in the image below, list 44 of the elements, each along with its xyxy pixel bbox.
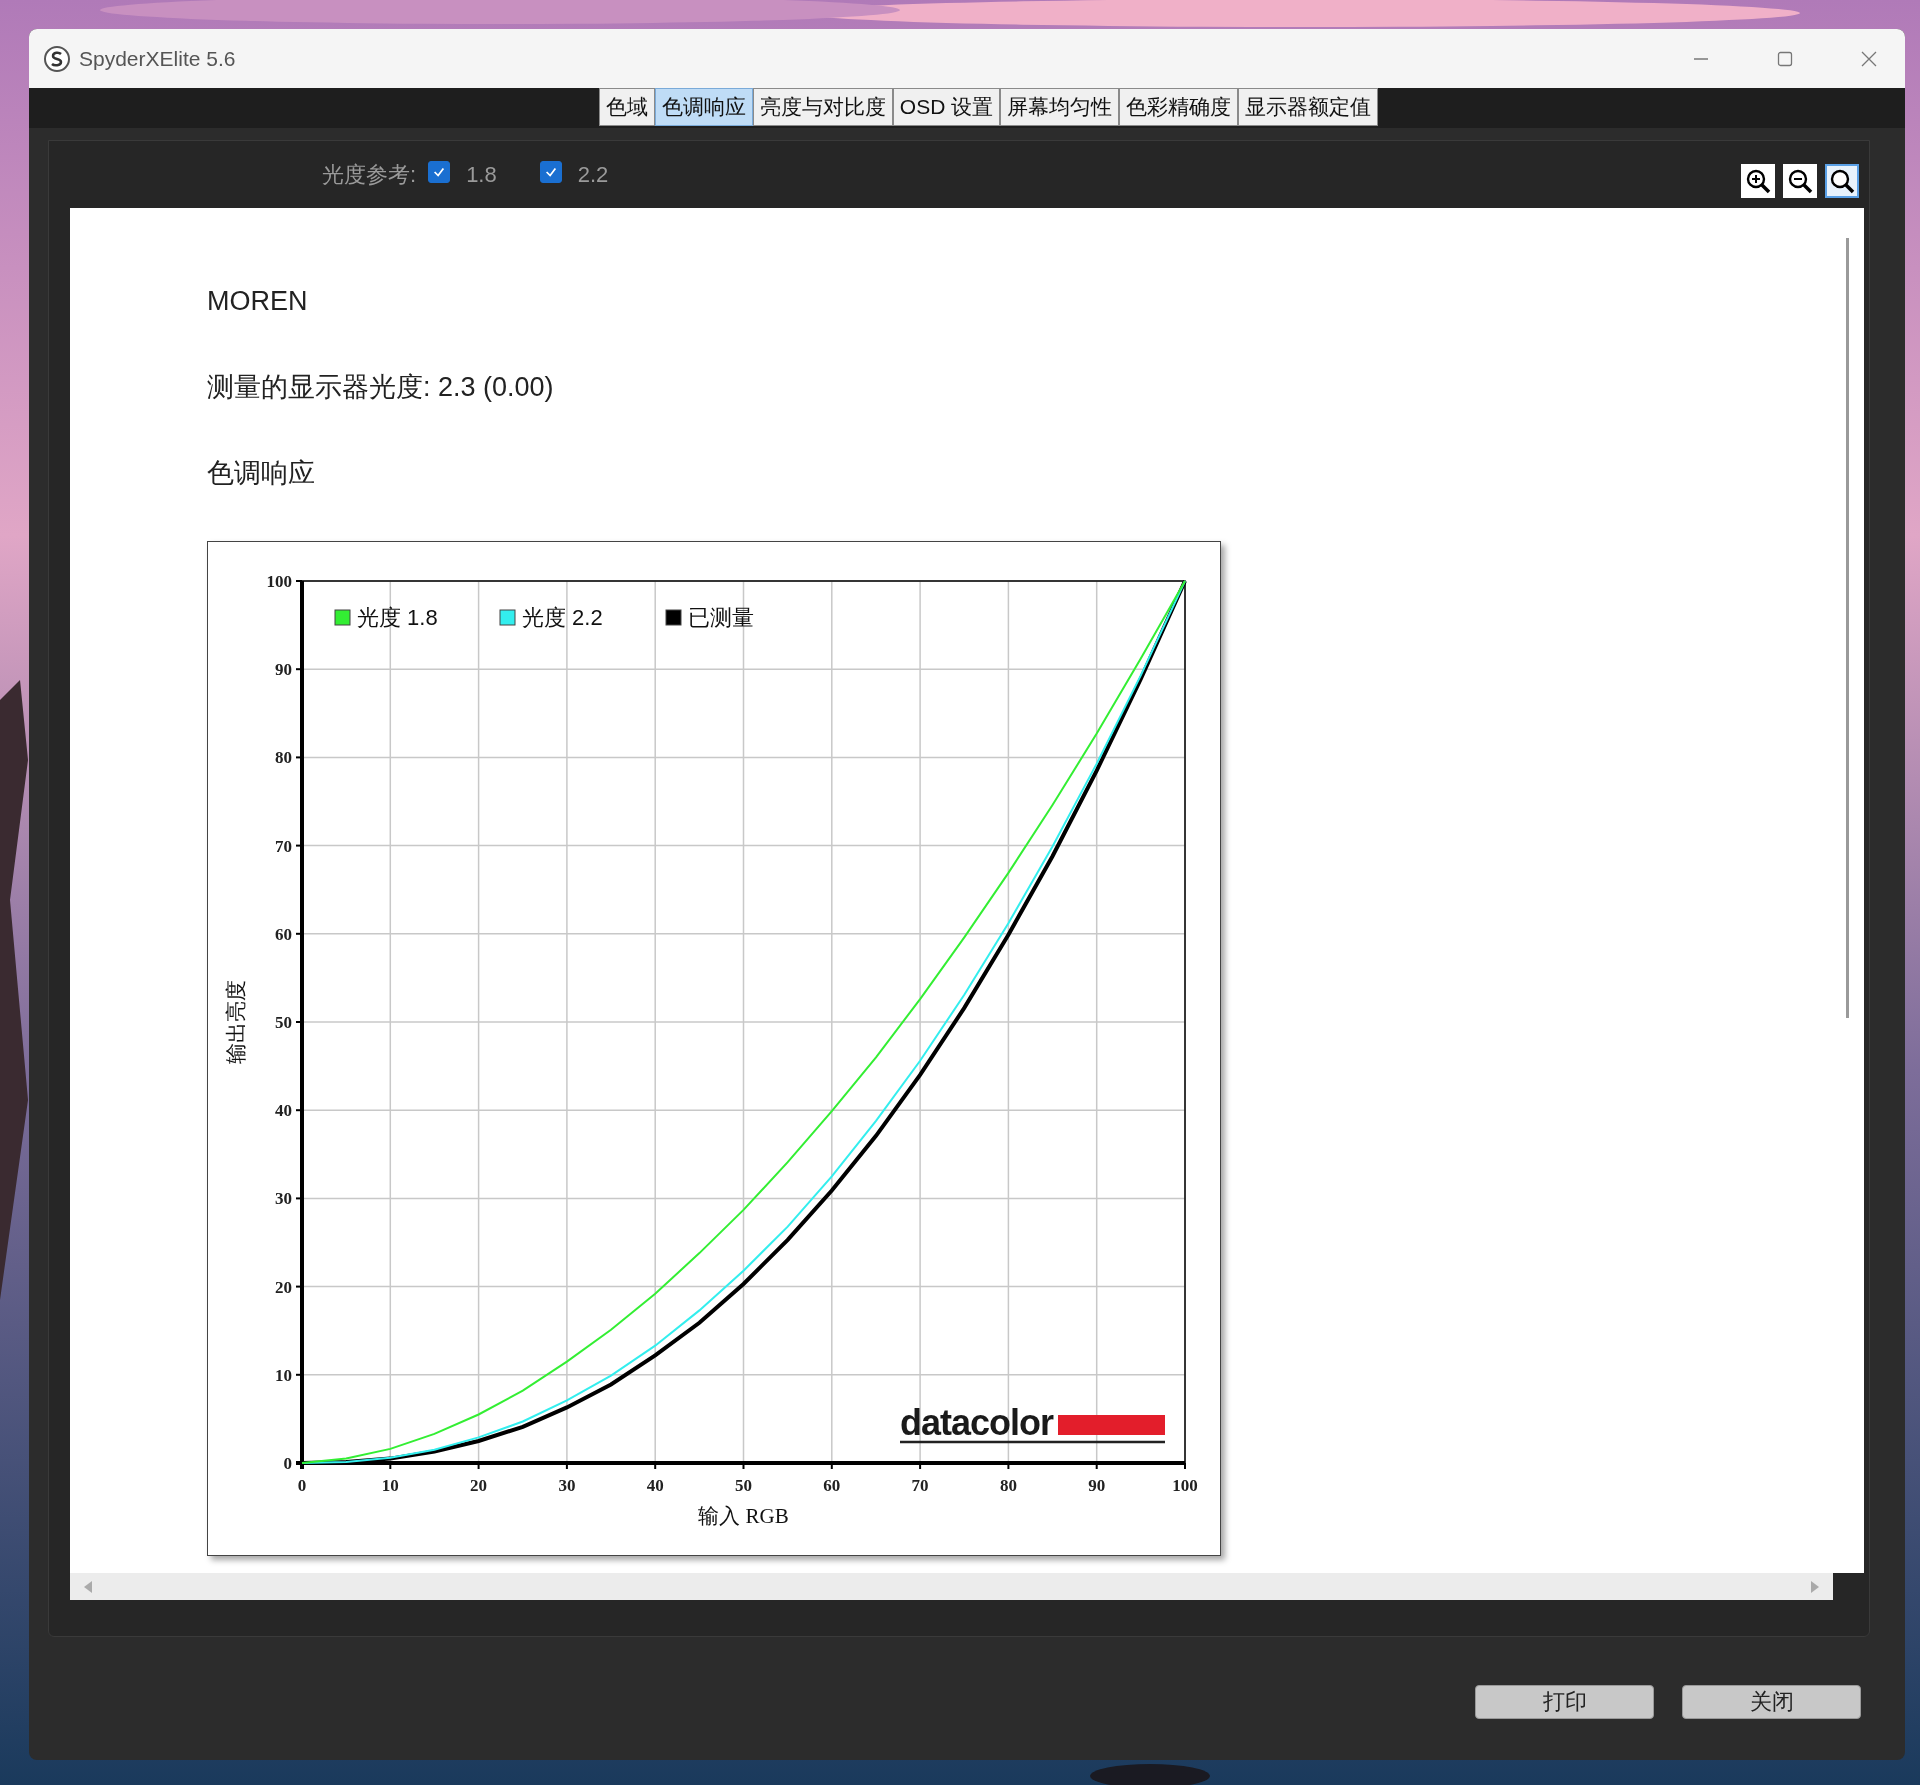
x-tick-label: 0 [297, 1476, 307, 1495]
y-tick-label: 0 [283, 1454, 292, 1473]
y-tick-label: 70 [275, 836, 292, 856]
x-tick-label: 40 [646, 1476, 664, 1495]
y-tick-label: 30 [275, 1189, 292, 1209]
x-tick-label: 30 [558, 1476, 576, 1495]
y-tick-label: 100 [266, 572, 292, 591]
y-tick-label: 10 [275, 1365, 292, 1385]
tab[interactable]: 色调响应 [654, 88, 753, 126]
y-axis-label: 输出亮度 [224, 980, 248, 1064]
x-tick-label: 50 [735, 1476, 752, 1495]
gamma-reference-label: 光度参考: [322, 160, 417, 189]
checkbox-label: 2.2 [577, 161, 609, 188]
y-tick-label: 50 [275, 1013, 292, 1032]
tab[interactable]: 显示器额定值 [1238, 88, 1379, 126]
legend-label: 光度 1.8 [357, 605, 438, 630]
x-tick-label: 90 [1088, 1476, 1106, 1495]
tab[interactable]: OSD 设置 [892, 88, 1001, 126]
legend-label: 光度 2.2 [522, 605, 603, 630]
measured-gamma-text: 测量的显示器光度: 2.3 (0.00) [207, 371, 555, 404]
x-tick-label: 100 [1172, 1476, 1198, 1495]
section-title: 色调响应 [207, 457, 316, 490]
x-tick-label: 70 [911, 1476, 929, 1495]
checkbox-label: 1.8 [466, 161, 497, 188]
legend-label: 已测量 [688, 605, 754, 630]
y-tick-label: 40 [275, 1101, 292, 1121]
window-title: SpyderXElite 5.6 [79, 46, 236, 71]
x-tick-label: 20 [470, 1476, 488, 1495]
datacolor-logo: datacolor [900, 1402, 1165, 1444]
tab[interactable]: 亮度与对比度 [752, 88, 893, 126]
y-tick-label: 90 [275, 660, 292, 680]
tab[interactable]: 屏幕均匀性 [1000, 88, 1120, 126]
x-tick-label: 60 [823, 1476, 841, 1495]
report-name: MOREN [207, 286, 309, 317]
y-tick-label: 20 [275, 1277, 292, 1297]
x-tick-label: 10 [381, 1476, 399, 1495]
x-tick-label: 80 [999, 1476, 1017, 1495]
y-tick-label: 60 [275, 924, 292, 944]
dialog-button[interactable]: 关闭 [1682, 1685, 1861, 1719]
tab[interactable]: 色彩精确度 [1119, 88, 1239, 126]
x-axis-label: 输入 RGB [698, 1504, 789, 1528]
dialog-button[interactable]: 打印 [1475, 1685, 1654, 1719]
y-tick-label: 80 [275, 748, 292, 768]
tab[interactable]: 色域 [598, 88, 655, 126]
